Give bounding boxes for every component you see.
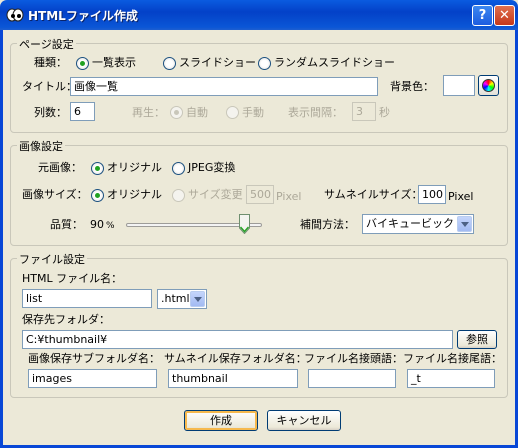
title-label: タイトル： (22, 80, 77, 93)
app-icon (6, 8, 24, 22)
size-resize-label[interactable]: サイズ変更 (188, 188, 243, 202)
close-icon: ✕ (499, 8, 510, 23)
interp-value: バイキュービック (366, 217, 454, 230)
columns-label: 列数： (34, 106, 67, 119)
play-label: 再生： (132, 106, 165, 119)
ext-select[interactable]: .html (157, 289, 207, 309)
source-label: 元画像： (38, 161, 82, 174)
image-settings-legend: 画像設定 (17, 138, 65, 154)
bgcolor-swatch[interactable] (443, 75, 475, 96)
prefix-label: ファイル名接頭語： (304, 352, 403, 365)
cancel-button[interactable]: キャンセル (267, 410, 341, 431)
html-name-label: HTML ファイル名： (22, 272, 123, 285)
suffix-label: ファイル名接尾語： (403, 352, 502, 365)
source-original-radio[interactable] (91, 162, 104, 175)
size-unit: Pixel (276, 190, 302, 203)
kind-label: 種類： (34, 56, 67, 69)
size-field[interactable]: 500 (246, 185, 274, 204)
kind-random-radio[interactable] (258, 57, 271, 70)
title-bar: HTMLファイル作成 ? ✕ (0, 0, 518, 30)
source-jpeg-label[interactable]: JPEG変換 (188, 161, 235, 175)
prefix-field[interactable] (308, 369, 396, 388)
img-sub-field[interactable]: images (28, 369, 157, 388)
window-title: HTMLファイル作成 (28, 9, 138, 23)
kind-list-radio[interactable] (76, 57, 89, 70)
quality-unit: % (106, 221, 115, 231)
size-label: 画像サイズ： (22, 188, 88, 201)
source-original-label[interactable]: オリジナル (107, 161, 162, 175)
dest-field[interactable]: C:¥thumbnail¥ (22, 330, 453, 349)
thumb-size-unit: Pixel (448, 190, 474, 203)
interval-unit: 秒 (379, 106, 390, 119)
play-manual-label[interactable]: 手動 (242, 106, 264, 120)
play-auto-radio[interactable] (170, 106, 183, 119)
help-button[interactable]: ? (472, 5, 493, 26)
quality-label: 品質： (50, 218, 83, 231)
kind-random-label[interactable]: ランダムスライドショー (274, 56, 395, 70)
columns-field[interactable]: 6 (70, 102, 95, 121)
thumb-size-label: サムネイルサイズ： (324, 188, 423, 201)
quality-value: 90 (90, 218, 104, 231)
browse-button[interactable]: 参照 (457, 330, 497, 349)
thumb-sub-field[interactable]: thumbnail (168, 369, 298, 388)
interval-field[interactable]: 3 (352, 102, 376, 121)
interp-select[interactable]: バイキュービック (362, 214, 474, 234)
file-settings-legend: ファイル設定 (17, 251, 87, 267)
size-resize-radio[interactable] (172, 189, 185, 202)
quality-slider-thumb[interactable] (238, 214, 250, 234)
dest-label: 保存先フォルダ： (22, 313, 110, 326)
source-jpeg-radio[interactable] (172, 162, 185, 175)
create-button[interactable]: 作成 (184, 410, 258, 431)
interp-label: 補間方法： (300, 218, 355, 231)
help-icon: ? (478, 8, 487, 23)
img-sub-label: 画像保存サブフォルダ名： (28, 352, 160, 365)
thumb-size-field[interactable]: 100 (418, 185, 446, 204)
ext-value: .html (161, 292, 190, 305)
size-original-label[interactable]: オリジナル (107, 188, 162, 202)
page-settings-legend: ページ設定 (17, 36, 76, 52)
html-name-field[interactable]: list (22, 289, 152, 308)
chevron-down-icon[interactable] (457, 216, 472, 232)
thumb-sub-label: サムネイル保存フォルダ名： (164, 352, 307, 365)
interval-label: 表示間隔： (288, 106, 343, 119)
color-wheel-icon (482, 79, 495, 92)
color-picker-button[interactable] (478, 75, 499, 96)
title-field[interactable]: 画像一覧 (70, 77, 378, 96)
kind-slideshow-radio[interactable] (163, 57, 176, 70)
kind-list-label[interactable]: 一覧表示 (92, 56, 136, 70)
kind-slideshow-label[interactable]: スライドショー (179, 56, 256, 70)
play-auto-label[interactable]: 自動 (186, 106, 208, 120)
chevron-down-icon[interactable] (190, 291, 205, 307)
size-original-radio[interactable] (91, 189, 104, 202)
play-manual-radio[interactable] (226, 106, 239, 119)
bgcolor-label: 背景色： (390, 80, 434, 93)
suffix-field[interactable]: _t (407, 369, 495, 388)
close-button[interactable]: ✕ (494, 5, 515, 26)
